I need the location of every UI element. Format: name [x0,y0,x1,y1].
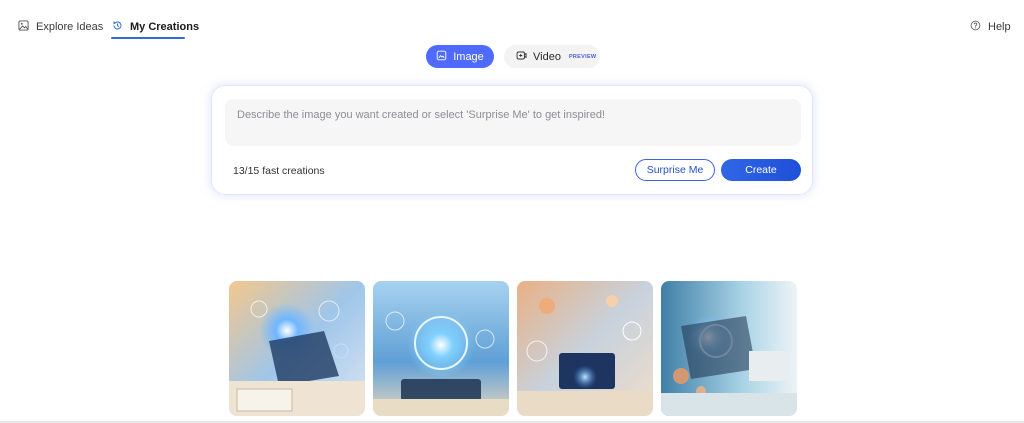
image-mode-label: Image [453,50,484,63]
fast-creations-count: 13/15 fast creations [233,165,325,177]
prompt-placeholder: Describe the image you want created or s… [237,109,605,121]
nav-help[interactable]: Help [970,20,1011,34]
preview-badge: PREVIEW [568,53,597,60]
nav-explore-label: Explore Ideas [36,21,104,33]
nav-explore-ideas[interactable]: Explore Ideas [18,20,103,34]
creation-thumbnail[interactable] [373,281,509,416]
video-mode-button[interactable]: Video PREVIEW [504,45,600,68]
image-icon [18,20,29,34]
creations-gallery [229,281,797,416]
image-mode-button[interactable]: Image [426,45,494,68]
creation-thumbnail[interactable] [517,281,653,416]
nav-my-creations[interactable]: My Creations [111,20,200,39]
mode-toggle: Image Video PREVIEW [426,45,600,68]
video-add-icon [516,50,527,64]
create-button[interactable]: Create [721,159,801,181]
creation-thumbnail[interactable] [661,281,797,416]
surprise-me-button[interactable]: Surprise Me [635,159,715,181]
prompt-input[interactable]: Describe the image you want created or s… [225,99,801,146]
top-navigation: Explore Ideas My Creations Help [0,0,1024,44]
help-label: Help [988,21,1011,33]
prompt-card: Describe the image you want created or s… [211,85,813,195]
video-mode-label: Video [533,50,561,63]
nav-creations-label: My Creations [130,21,200,33]
active-tab-underline [111,37,185,39]
history-icon [112,20,123,34]
creation-thumbnail[interactable] [229,281,365,416]
help-icon [970,20,981,34]
image-sparkle-icon [436,50,447,64]
